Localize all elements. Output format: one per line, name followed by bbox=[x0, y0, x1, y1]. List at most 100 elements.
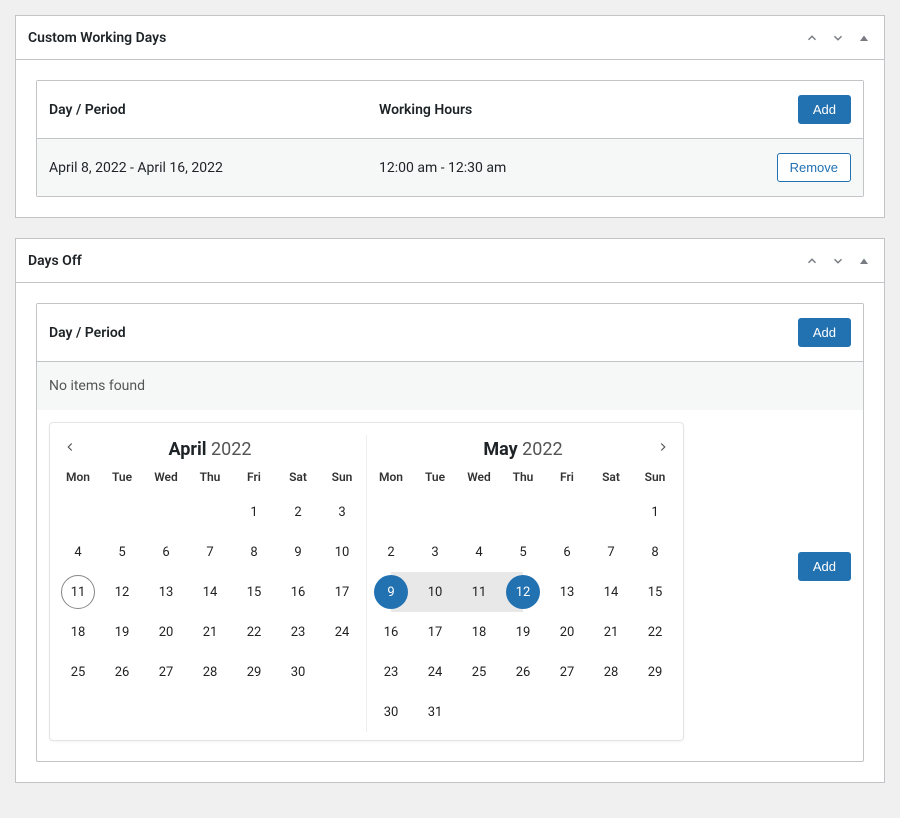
day-cell[interactable]: 1 bbox=[633, 492, 677, 532]
dow-cell: Sun bbox=[633, 466, 677, 488]
day-cell[interactable]: 2 bbox=[369, 532, 413, 572]
day-cell[interactable]: 28 bbox=[589, 652, 633, 692]
week-row: 45678910 bbox=[56, 532, 364, 572]
move-up-icon[interactable] bbox=[804, 253, 820, 269]
day-cell[interactable]: 21 bbox=[589, 612, 633, 652]
move-down-icon[interactable] bbox=[830, 253, 846, 269]
toggle-panel-icon[interactable] bbox=[856, 253, 872, 269]
day-cell[interactable]: 21 bbox=[188, 612, 232, 652]
date-range-actions: Add bbox=[704, 422, 851, 581]
week-row: 1 bbox=[369, 492, 677, 532]
remove-button[interactable]: Remove bbox=[777, 153, 851, 182]
toggle-panel-icon[interactable] bbox=[856, 30, 872, 46]
day-cell[interactable]: 22 bbox=[232, 612, 276, 652]
day-cell[interactable]: 13 bbox=[144, 572, 188, 612]
day-cell[interactable]: 2 bbox=[276, 492, 320, 532]
month-name: April bbox=[169, 439, 207, 460]
day-cell bbox=[589, 492, 633, 532]
day-cell[interactable]: 16 bbox=[276, 572, 320, 612]
day-cell[interactable]: 29 bbox=[232, 652, 276, 692]
add-button[interactable]: Add bbox=[798, 318, 851, 347]
day-cell[interactable]: 11 bbox=[457, 572, 501, 612]
day-cell[interactable]: 17 bbox=[413, 612, 457, 652]
day-cell[interactable]: 19 bbox=[100, 612, 144, 652]
dow-cell: Wed bbox=[457, 466, 501, 488]
day-cell[interactable]: 9 bbox=[369, 572, 413, 612]
add-button[interactable]: Add bbox=[798, 95, 851, 124]
day-cell[interactable]: 7 bbox=[188, 532, 232, 572]
day-cell[interactable]: 9 bbox=[276, 532, 320, 572]
day-cell[interactable]: 7 bbox=[589, 532, 633, 572]
day-cell[interactable]: 4 bbox=[56, 532, 100, 572]
day-cell[interactable]: 18 bbox=[457, 612, 501, 652]
day-cell[interactable]: 11 bbox=[56, 572, 100, 612]
day-cell[interactable]: 31 bbox=[413, 692, 457, 732]
add-range-button[interactable]: Add bbox=[798, 552, 851, 581]
day-cell bbox=[633, 692, 677, 732]
day-cell[interactable]: 18 bbox=[56, 612, 100, 652]
calendar-next-icon[interactable] bbox=[653, 437, 673, 457]
week-row: 252627282930 bbox=[56, 652, 364, 692]
day-cell[interactable]: 5 bbox=[100, 532, 144, 572]
day-cell[interactable]: 1 bbox=[232, 492, 276, 532]
table-header-row: Day / Period Add bbox=[37, 304, 863, 362]
day-cell bbox=[413, 492, 457, 532]
day-cell[interactable]: 8 bbox=[633, 532, 677, 572]
day-cell[interactable]: 14 bbox=[188, 572, 232, 612]
day-cell[interactable]: 13 bbox=[545, 572, 589, 612]
day-cell[interactable]: 15 bbox=[633, 572, 677, 612]
day-cell[interactable]: 26 bbox=[100, 652, 144, 692]
calendar-prev-icon[interactable] bbox=[60, 437, 80, 457]
panel-body: Day / Period Add No items found April 20… bbox=[16, 283, 884, 782]
day-cell[interactable]: 3 bbox=[320, 492, 364, 532]
day-cell bbox=[545, 692, 589, 732]
custom-working-days-panel: Custom Working Days Day / Period Working… bbox=[15, 15, 885, 218]
day-cell[interactable]: 27 bbox=[545, 652, 589, 692]
day-cell[interactable]: 17 bbox=[320, 572, 364, 612]
day-cell[interactable]: 12 bbox=[100, 572, 144, 612]
dow-cell: Wed bbox=[144, 466, 188, 488]
day-cell[interactable]: 20 bbox=[144, 612, 188, 652]
day-cell[interactable]: 10 bbox=[320, 532, 364, 572]
dow-cell: Sun bbox=[320, 466, 364, 488]
table-header-row: Day / Period Working Hours Add bbox=[37, 81, 863, 139]
day-cell[interactable]: 8 bbox=[232, 532, 276, 572]
day-cell[interactable]: 20 bbox=[545, 612, 589, 652]
day-cell[interactable]: 30 bbox=[369, 692, 413, 732]
day-cell bbox=[545, 492, 589, 532]
col-actions-header: Add bbox=[741, 318, 851, 347]
col-hours-header: Working Hours bbox=[379, 102, 741, 118]
move-up-icon[interactable] bbox=[804, 30, 820, 46]
row-hours: 12:00 am - 12:30 am bbox=[379, 160, 741, 176]
day-cell[interactable]: 3 bbox=[413, 532, 457, 572]
day-cell[interactable]: 23 bbox=[276, 612, 320, 652]
dow-cell: Mon bbox=[56, 466, 100, 488]
day-cell[interactable]: 15 bbox=[232, 572, 276, 612]
day-cell[interactable]: 25 bbox=[457, 652, 501, 692]
day-cell[interactable]: 25 bbox=[56, 652, 100, 692]
day-cell[interactable]: 4 bbox=[457, 532, 501, 572]
day-cell[interactable]: 16 bbox=[369, 612, 413, 652]
day-cell[interactable]: 12 bbox=[501, 572, 545, 612]
day-cell[interactable]: 14 bbox=[589, 572, 633, 612]
day-cell bbox=[457, 492, 501, 532]
calendar-right-header: May 2022 bbox=[369, 435, 677, 466]
day-cell[interactable]: 24 bbox=[413, 652, 457, 692]
day-cell bbox=[369, 492, 413, 532]
day-cell[interactable]: 30 bbox=[276, 652, 320, 692]
day-cell[interactable]: 24 bbox=[320, 612, 364, 652]
day-cell[interactable]: 22 bbox=[633, 612, 677, 652]
day-cell[interactable]: 28 bbox=[188, 652, 232, 692]
day-cell bbox=[320, 652, 364, 692]
day-cell[interactable]: 29 bbox=[633, 652, 677, 692]
move-down-icon[interactable] bbox=[830, 30, 846, 46]
day-cell[interactable]: 23 bbox=[369, 652, 413, 692]
day-cell[interactable]: 26 bbox=[501, 652, 545, 692]
day-cell[interactable]: 5 bbox=[501, 532, 545, 572]
day-cell[interactable]: 27 bbox=[144, 652, 188, 692]
col-day-header: Day / Period bbox=[49, 325, 741, 341]
day-cell[interactable]: 6 bbox=[144, 532, 188, 572]
day-cell[interactable]: 6 bbox=[545, 532, 589, 572]
day-cell[interactable]: 19 bbox=[501, 612, 545, 652]
day-cell[interactable]: 10 bbox=[413, 572, 457, 612]
